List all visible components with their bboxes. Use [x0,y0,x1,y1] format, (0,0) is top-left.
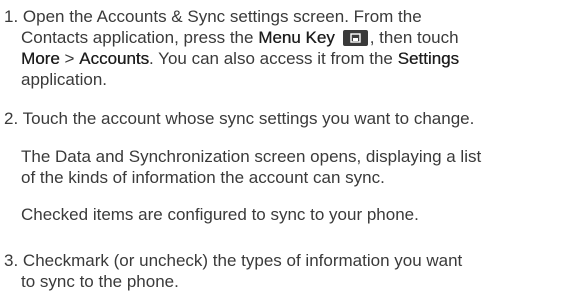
step-3-number: 3. [4,251,19,270]
step-2-paragraph-1-line-2: of the kinds of information the account … [21,168,385,187]
step-2: 2. Touch the account whose sync settings… [4,108,580,129]
step-2-paragraph-2-line: Checked items are configured to sync to … [21,205,419,224]
step-1-text-5: application. [21,70,108,89]
step-1-text-1: Open the Accounts & Sync settings screen… [22,7,422,26]
menu-key-label: Menu Key [258,28,335,47]
step-1: 1. Open the Accounts & Sync settings scr… [4,6,580,90]
step-1-text-3: , then touch [369,28,459,47]
gt-separator: > [59,49,80,68]
step-2-number: 2. [4,109,19,128]
step-1-line-3: More > Accounts. You can also access it … [4,48,580,69]
step-1-number: 1. [4,7,19,26]
instruction-document: 1. Open the Accounts & Sync settings scr… [0,0,584,301]
menu-key-icon [342,30,368,46]
step-2-text: Touch the account whose sync settings yo… [22,109,475,128]
step-1-line-4: application. [4,69,580,90]
step-1-text-4: . You can also access it from the [149,49,398,68]
step-2-paragraph-2: Checked items are configured to sync to … [21,204,581,225]
accounts-label: Accounts [79,49,150,68]
settings-label: Settings [397,49,460,68]
step-1-line-1: 1. Open the Accounts & Sync settings scr… [4,6,580,27]
step-2-paragraph-1-line-1: The Data and Synchronization screen open… [21,147,482,166]
step-3-line-2: to sync to the phone. [21,272,179,291]
step-1-text-2: Contacts application, press the [21,28,259,47]
more-label: More [21,49,60,68]
step-2-paragraph-1: The Data and Synchronization screen open… [21,146,581,188]
step-1-line-2: Contacts application, press the Menu Key… [4,27,580,48]
step-3: 3. Checkmark (or uncheck) the types of i… [4,250,580,292]
step-3-line-1: 3. Checkmark (or uncheck) the types of i… [4,250,580,271]
step-3-text-1: Checkmark (or uncheck) the types of info… [22,251,463,270]
